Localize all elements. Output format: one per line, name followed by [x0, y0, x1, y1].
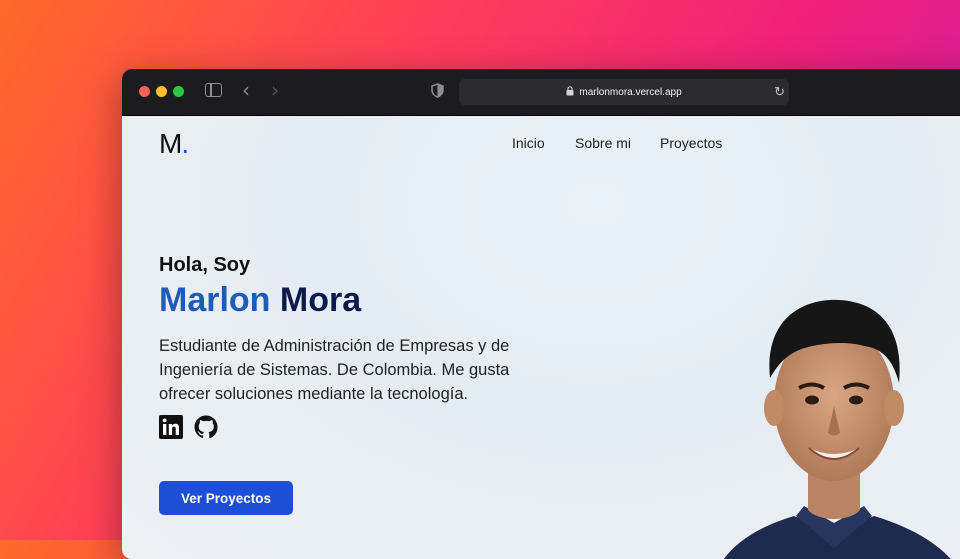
- browser-window: ‹ › marlonmora.vercel.app ↻ M. Inicio So…: [122, 69, 960, 559]
- logo-dot: .: [181, 128, 189, 159]
- hero-name: Marlon Mora: [159, 281, 361, 320]
- view-projects-button[interactable]: Ver Proyectos: [159, 481, 293, 515]
- reload-icon[interactable]: ↻: [774, 84, 785, 100]
- url-text: marlonmora.vercel.app: [579, 86, 682, 98]
- forward-icon[interactable]: ›: [271, 80, 279, 100]
- web-page: M. Inicio Sobre mi Proyectos Hola, Soy M…: [122, 116, 960, 559]
- site-logo[interactable]: M.: [159, 128, 189, 160]
- browser-toolbar: ‹ › marlonmora.vercel.app ↻: [122, 69, 960, 116]
- lock-icon: [566, 85, 574, 99]
- nav-link-proyectos[interactable]: Proyectos: [660, 135, 722, 151]
- back-icon[interactable]: ‹: [242, 80, 250, 100]
- hero-description: Estudiante de Administración de Empresas…: [159, 337, 510, 403]
- hero-last-name: Mora: [279, 281, 362, 319]
- maximize-window-button[interactable]: [173, 86, 184, 97]
- profile-photo: [724, 299, 951, 559]
- shield-icon[interactable]: [431, 83, 444, 102]
- logo-letter: M: [159, 128, 182, 159]
- hero-first-name: Marlon: [159, 281, 271, 319]
- close-window-button[interactable]: [139, 86, 150, 97]
- linkedin-icon[interactable]: [159, 415, 183, 439]
- minimize-window-button[interactable]: [156, 86, 167, 97]
- github-icon[interactable]: [194, 415, 218, 439]
- nav-link-inicio[interactable]: Inicio: [512, 135, 545, 151]
- address-bar[interactable]: marlonmora.vercel.app ↻: [459, 79, 789, 105]
- nav-link-sobre-mi[interactable]: Sobre mi: [575, 135, 631, 151]
- hero-greeting: Hola, Soy: [159, 254, 251, 276]
- sidebar-icon[interactable]: [205, 83, 222, 97]
